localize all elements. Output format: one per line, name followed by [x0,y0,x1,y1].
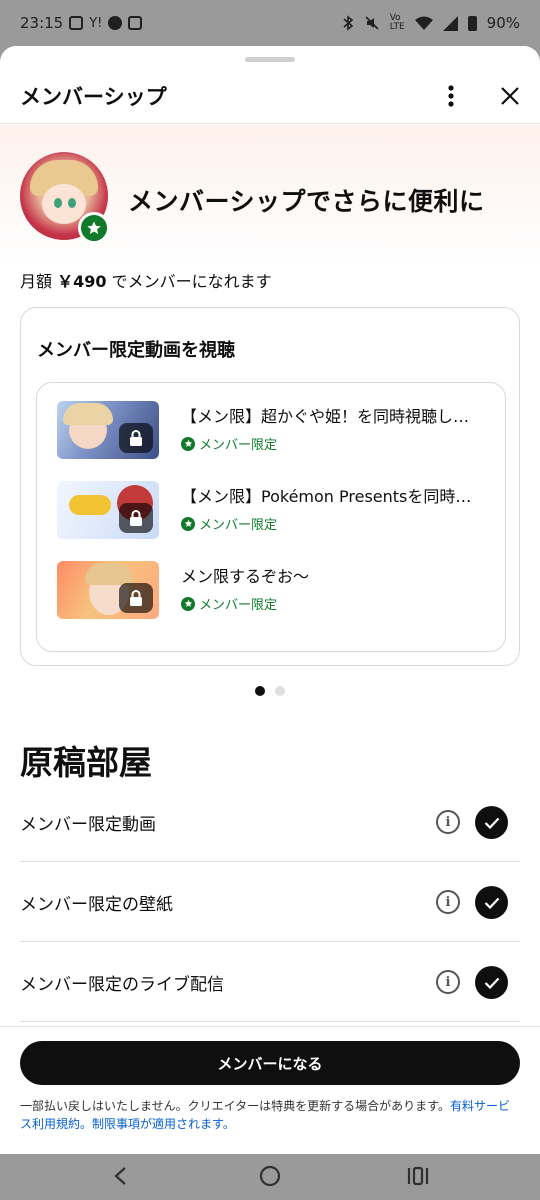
lock-icon [130,590,142,606]
carousel-dot[interactable] [275,686,285,696]
check-icon [475,886,508,919]
plus-icon [128,16,143,30]
message-icon [69,16,84,30]
recents-button[interactable] [398,1158,438,1194]
hero-title: メンバーシップでさらに便利に [128,187,485,216]
sheet-title: メンバーシップ [20,84,167,109]
perk-row: メンバー限定動画 i [20,782,520,862]
signal-icon [442,15,458,31]
join-button[interactable]: メンバーになる [20,1041,520,1085]
perk-label: メンバー限定動画 [20,815,156,835]
lock-icon [130,430,142,446]
close-icon [501,87,519,105]
info-icon[interactable]: i [436,890,460,914]
avatar-eye [68,198,76,208]
membership-sheet: メンバーシップ メンバーシップでさらに便利に 月額 ￥490 でメンバーになれま… [0,46,540,1154]
members-only-tag: メンバー限定 [181,514,277,533]
tier-name: 原稿部屋 [20,743,152,782]
disclaimer: 一部払い戻しはいたしません。クリエイターは特典を更新する場合があります。有料サー… [20,1097,520,1133]
price-line: 月額 ￥490 でメンバーになれます [20,268,272,292]
perk-card-title: メンバー限定動画を視聴 [37,340,235,361]
avatar-face [42,184,86,224]
disclaimer-text: 一部払い戻しはいたしません。クリエイターは特典を更新する場合があります。 [20,1099,450,1113]
yahoo-icon: Y! [89,15,103,31]
video-thumbnail [57,481,159,539]
check-icon [475,966,508,999]
more-options-button[interactable] [433,78,469,114]
video-item[interactable]: メン限するぞお～ メンバー限定 [57,561,497,621]
perk-label: メンバー限定のライブ配信 [20,975,224,995]
check-icon [475,806,508,839]
carousel-dot-active[interactable] [255,686,265,696]
status-right: Vo LTE 90% [342,14,520,32]
members-only-label: メンバー限定 [199,518,278,533]
system-nav-bar [0,1154,540,1200]
back-chevron-icon [114,1167,126,1185]
info-icon[interactable]: i [436,810,460,834]
clock: 23:15 [20,14,64,32]
volte-icon: Vo LTE [389,13,405,32]
video-title: 【メン限】超かぐや姫！を同時視聴し… [181,407,470,426]
price-prefix: 月額 [20,272,58,291]
lock-badge [119,423,153,453]
wifi-icon [414,16,433,30]
mute-icon [365,16,379,30]
lock-badge [119,583,153,613]
recents-icon [407,1166,429,1186]
video-list: 【メン限】超かぐや姫！を同時視聴し… メンバー限定 【メン限】Pokémon P… [36,382,506,652]
member-star-badge [78,212,110,244]
back-button[interactable] [100,1158,140,1194]
members-only-tag: メンバー限定 [181,594,277,613]
lock-badge [119,503,153,533]
member-star-icon [181,436,195,451]
lock-icon [130,510,142,526]
close-button[interactable] [492,78,528,114]
member-star-icon [181,516,195,531]
restrictions-link[interactable]: 制限事項 [92,1117,140,1131]
video-item[interactable]: 【メン限】Pokémon Presentsを同時… メンバー限定 [57,481,497,541]
sheet-header: メンバーシップ [0,68,540,124]
members-only-label: メンバー限定 [199,438,278,453]
info-icon[interactable]: i [436,970,460,994]
home-button[interactable] [250,1158,290,1194]
sheet-footer: メンバーになる 一部払い戻しはいたしません。クリエイターは特典を更新する場合があ… [0,1026,540,1154]
carousel-pagination [255,686,285,696]
line-icon [108,16,123,30]
perk-row: メンバー限定の壁紙 i [20,862,520,942]
status-left: 23:15 Y! [20,14,143,32]
video-thumbnail [57,561,159,619]
price-amount: ￥490 [57,272,107,291]
battery-level: 90% [486,14,520,32]
avatar-eye [54,198,62,208]
perk-card: メンバー限定動画を視聴 【メン限】超かぐや姫！を同時視聴し… メンバー限定 【メ… [20,307,520,666]
home-circle-icon [259,1165,281,1187]
bluetooth-icon [343,15,353,31]
sheet-drag-handle[interactable] [245,57,295,62]
perk-label: メンバー限定の壁紙 [20,895,173,915]
price-suffix: でメンバーになれます [106,272,272,291]
status-bar: 23:15 Y! Vo LTE 90% [0,0,540,46]
more-vert-icon [448,85,454,107]
video-item[interactable]: 【メン限】超かぐや姫！を同時視聴し… メンバー限定 [57,401,497,461]
video-thumbnail [57,401,159,459]
members-only-tag: メンバー限定 [181,434,277,453]
video-title: メン限するぞお～ [181,567,310,586]
video-title: 【メン限】Pokémon Presentsを同時… [181,487,472,506]
disclaimer-end: が適用されます。 [140,1117,235,1131]
battery-icon [467,15,477,31]
members-only-label: メンバー限定 [199,598,278,613]
star-icon [87,221,101,234]
perk-row: メンバー限定のライブ配信 i [20,942,520,1022]
member-star-icon [181,596,195,611]
link-separator: 。 [80,1117,93,1131]
